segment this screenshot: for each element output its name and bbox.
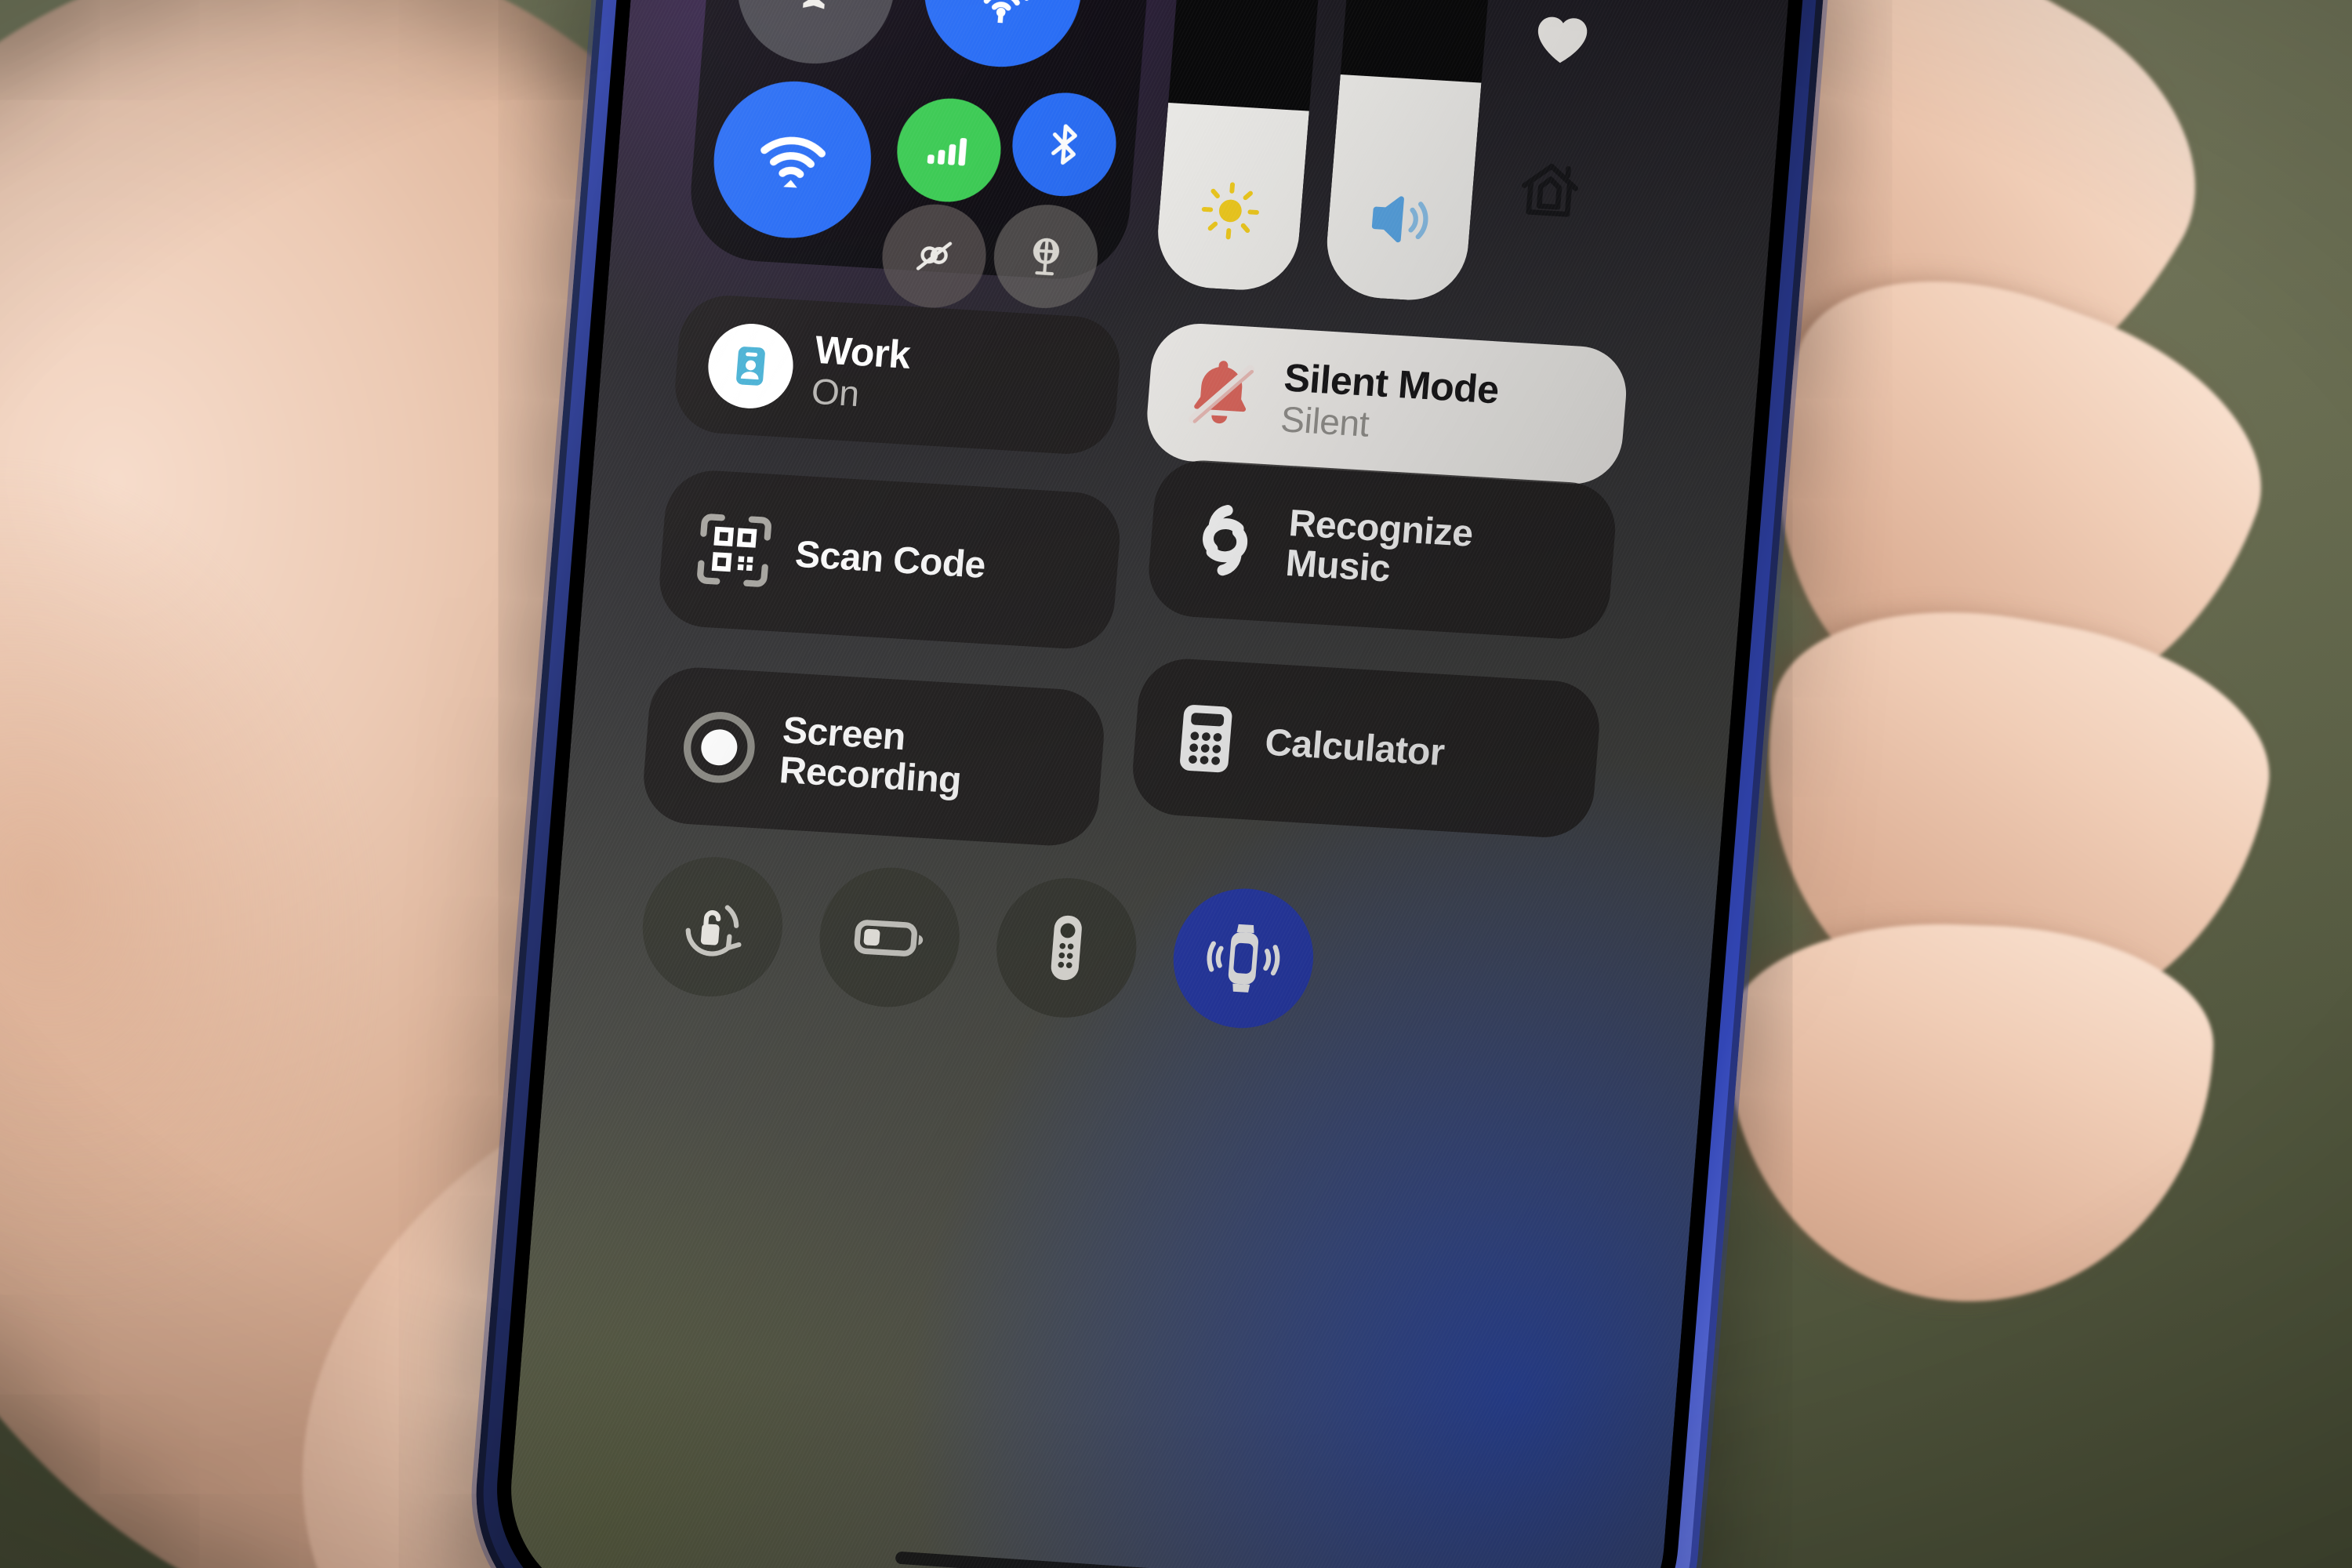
photo-vignette [0, 0, 2352, 1568]
screenshot-stage: Work On Silent Mode Sil [0, 0, 2352, 1568]
